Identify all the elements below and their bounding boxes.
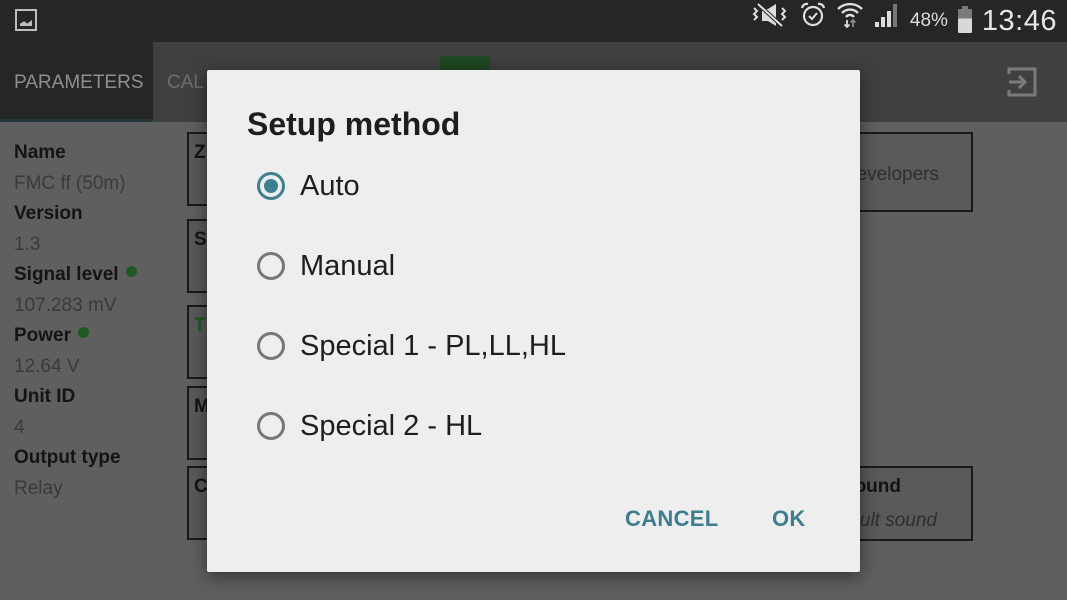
image-icon	[15, 9, 37, 31]
tab-parameters[interactable]: PARAMETERS	[0, 42, 153, 122]
battery-percent: 48%	[909, 10, 948, 31]
radio-unchecked-icon[interactable]	[257, 332, 285, 360]
radio-unchecked-icon[interactable]	[257, 252, 285, 280]
vibrate-mute-icon	[752, 0, 790, 42]
ok-button[interactable]: OK	[772, 506, 806, 532]
dialog-title: Setup method	[247, 106, 461, 142]
setup-method-dialog: Setup method Auto Manual Special 1 - PL,…	[207, 70, 860, 572]
option-label: Auto	[300, 169, 360, 202]
option-special-2[interactable]: Special 2 - HL	[257, 406, 482, 446]
card-title: C	[194, 476, 208, 497]
status-dot-icon	[125, 265, 137, 277]
card-title: ound	[854, 476, 901, 497]
option-special-1[interactable]: Special 1 - PL,LL,HL	[257, 326, 566, 366]
card-title: T	[194, 315, 206, 336]
info-label-signal-level: Signal level	[14, 258, 137, 292]
info-value-unit-id: 4	[14, 417, 25, 438]
wifi-icon	[836, 0, 864, 42]
cancel-button[interactable]: CANCEL	[625, 506, 718, 532]
card-title: S	[194, 229, 207, 250]
label-text: Version	[14, 203, 83, 224]
info-panel: Name FMC ff (50m) Version 1.3 Signal lev…	[14, 136, 137, 502]
info-label-version: Version	[14, 197, 137, 231]
status-bar: 48% 13:46	[0, 0, 1067, 42]
exit-icon[interactable]	[1007, 66, 1037, 98]
option-label: Special 1 - PL,LL,HL	[300, 329, 566, 362]
info-value-power: 12.64 V	[14, 356, 80, 377]
label-text: Signal level	[14, 264, 119, 285]
battery-icon	[957, 6, 972, 33]
cell-signal-icon	[874, 0, 900, 42]
label-text: Power	[14, 325, 72, 346]
label-text: Unit ID	[14, 386, 76, 407]
info-label-unit-id: Unit ID	[14, 380, 137, 414]
alarm-icon	[800, 0, 826, 42]
info-value-signal-level: 107.283 mV	[14, 295, 117, 316]
card-value: ult sound	[859, 510, 937, 531]
info-value-version: 1.3	[14, 234, 41, 255]
info-value-output-type: Relay	[14, 478, 63, 499]
info-label-power: Power	[14, 319, 137, 353]
option-auto[interactable]: Auto	[257, 166, 360, 206]
card-title: evelopers	[856, 164, 939, 185]
info-value-name: FMC ff (50m)	[14, 173, 126, 194]
info-label-output-type: Output type	[14, 441, 137, 475]
option-label: Manual	[300, 249, 396, 282]
option-label: Special 2 - HL	[300, 409, 483, 442]
radio-checked-icon[interactable]	[257, 172, 285, 200]
clock: 13:46	[981, 4, 1057, 37]
status-dot-icon	[78, 326, 90, 338]
info-label-name: Name	[14, 136, 137, 170]
label-text: Name	[14, 142, 66, 163]
radio-unchecked-icon[interactable]	[257, 412, 285, 440]
option-manual[interactable]: Manual	[257, 246, 395, 286]
card-title: Z	[194, 142, 206, 163]
label-text: Output type	[14, 447, 121, 468]
